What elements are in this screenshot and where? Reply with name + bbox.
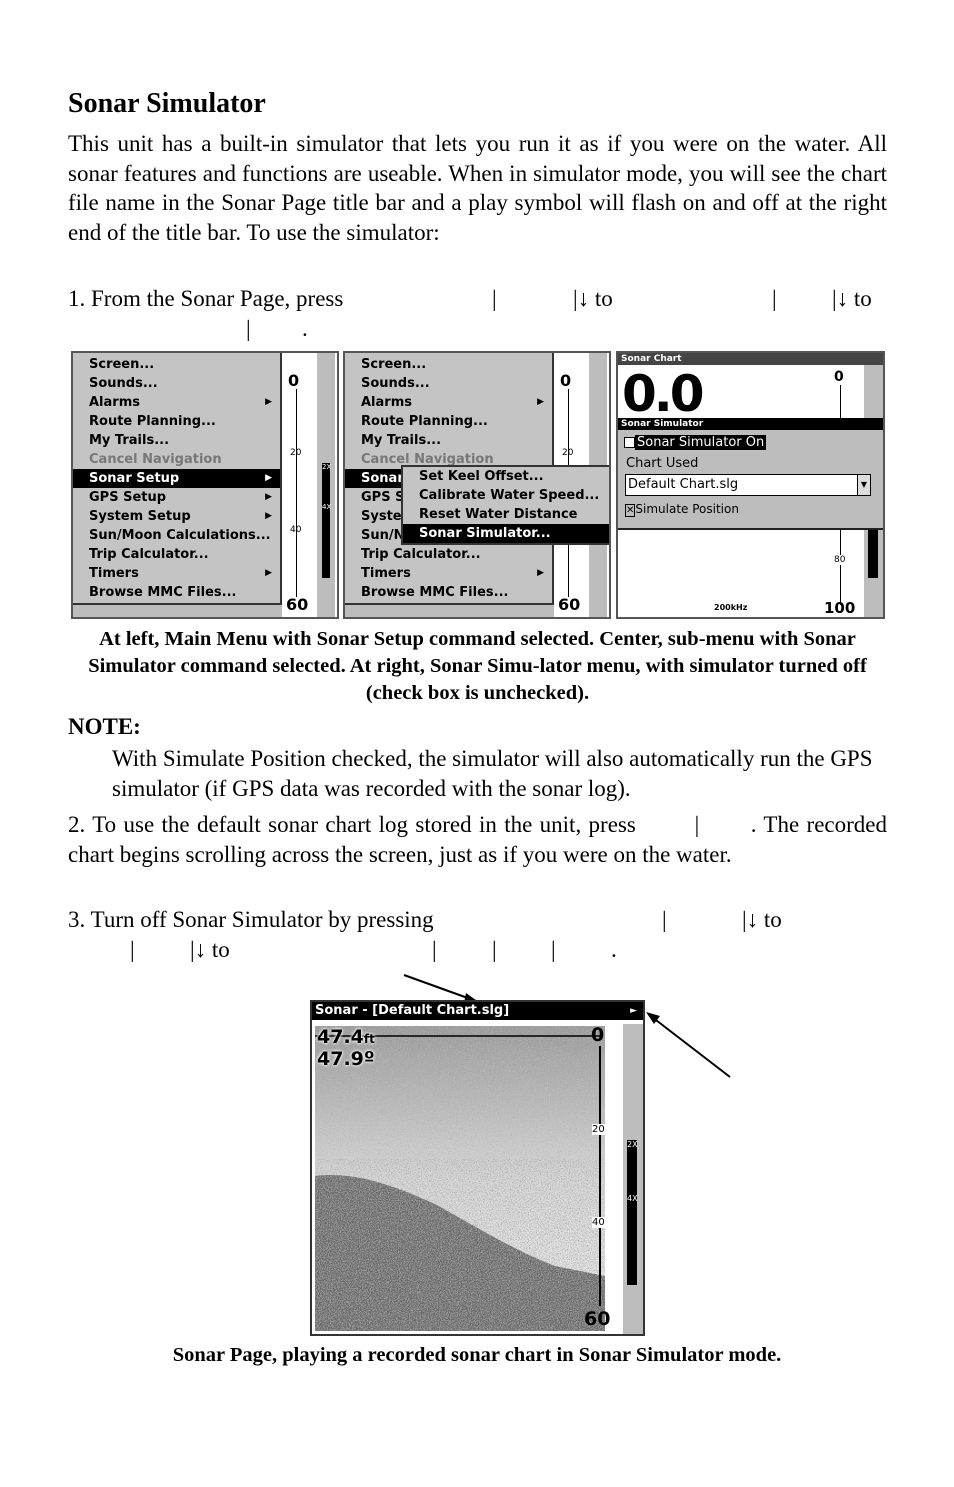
- menu-item-label: Trip Calculator...: [361, 547, 481, 562]
- menu-item[interactable]: Reset Water Distance: [403, 505, 609, 524]
- submenu-arrow-icon: ▶: [537, 397, 544, 407]
- simulate-position-checkbox[interactable]: ✕Simulate Position: [625, 502, 739, 517]
- zoom-bar: 2X 4X: [627, 1140, 638, 1285]
- menu-item-label: Sonar: [361, 471, 404, 486]
- menu-item-label: Trip Calculator...: [89, 547, 209, 562]
- sonar-setup-submenu: Set Keel Offset... Calibrate Water Speed.…: [401, 465, 609, 545]
- menu-item[interactable]: My Trails...: [345, 431, 552, 450]
- menu-item-label: Alarms: [361, 395, 412, 410]
- sonar-page-screenshot: Sonar - [Default Chart.slg] ► 47.4ft 47.9…: [310, 1000, 645, 1336]
- menu-item[interactable]: Screen...: [345, 355, 552, 374]
- menu-item[interactable]: Alarms ▶: [73, 393, 280, 412]
- menu-item-label: Screen...: [89, 357, 155, 372]
- menu-item[interactable]: Sonar Setup ▶: [73, 469, 280, 488]
- menu-item[interactable]: Route Planning...: [345, 412, 552, 431]
- menu-item-label: Route Planning...: [361, 414, 488, 429]
- submenu-arrow-icon: ▶: [265, 397, 272, 407]
- figure-caption-2: Sonar Page, playing a recorded sonar cha…: [172, 1344, 782, 1366]
- menu-item-label: Sonar Setup: [89, 471, 180, 486]
- menu-item[interactable]: Screen...: [73, 355, 280, 374]
- zoom-bar: 2X 4X: [322, 463, 331, 578]
- menu-item[interactable]: Sun/Moon Calculations...: [73, 526, 280, 545]
- window-title: Sonar Chart: [618, 353, 883, 365]
- menu-item[interactable]: Timers ▶: [345, 564, 552, 583]
- menu-item-label: Reset Water Distance: [419, 507, 578, 522]
- menu-item[interactable]: GPS Setup ▶: [73, 488, 280, 507]
- menu-item[interactable]: Calibrate Water Speed...: [403, 486, 609, 505]
- main-menu-screenshot: 0 20 40 60 2X 4X Screen... Sounds... Alarms…: [71, 351, 339, 619]
- menu-item[interactable]: System Setup ▶: [73, 507, 280, 526]
- menu-item[interactable]: Browse MMC Files...: [73, 583, 280, 602]
- sonar-chart: [315, 1026, 605, 1331]
- menu-item-label: Timers: [89, 566, 139, 581]
- intro-paragraph: This unit has a built-in simulator that …: [68, 131, 887, 245]
- menu-item-label: My Trails...: [361, 433, 442, 448]
- menu-item-label: Alarms: [89, 395, 140, 410]
- menu-item-label: Browse MMC Files...: [89, 585, 237, 600]
- main-menu: Screen... Sounds... Alarms ▶ Route Planning.…: [73, 353, 282, 605]
- sim-on-checkbox[interactable]: Sonar Simulator On: [624, 435, 767, 450]
- menu-item-label: Timers: [361, 566, 411, 581]
- submenu-arrow-icon: ▶: [537, 568, 544, 578]
- menu-item[interactable]: Cancel Navigation: [73, 450, 280, 469]
- menu-item-label: Syste: [361, 509, 402, 524]
- step-2: 2. To use the default sonar chart log st…: [68, 812, 893, 867]
- step-3: 3. Turn off Sonar Simulator by pressing …: [68, 907, 782, 962]
- menu-item[interactable]: Sounds...: [345, 374, 552, 393]
- menu-item[interactable]: Sonar Simulator...: [403, 524, 609, 543]
- menu-item-label: GPS Setup: [89, 490, 167, 505]
- menu-item-label: My Trails...: [89, 433, 170, 448]
- figure-caption-1: At left, Main Menu with Sonar Setup comm…: [88, 628, 867, 704]
- menu-item[interactable]: Alarms ▶: [345, 393, 552, 412]
- sonar-title-bar: Sonar - [Default Chart.slg] ►: [312, 1002, 643, 1020]
- chart-used-dropdown[interactable]: Default Chart.slg ▼: [625, 474, 871, 496]
- menu-item[interactable]: Trip Calculator...: [345, 545, 552, 564]
- sonar-simulator-dialog: Sonar Simulator Sonar Simulator On Chart…: [618, 418, 883, 530]
- note-text: With Simulate Position checked, the simu…: [112, 746, 873, 801]
- arrow-to-play: [651, 1016, 731, 1078]
- section-heading: Sonar Simulator: [68, 88, 266, 119]
- submenu-arrow-icon: ▶: [265, 473, 272, 483]
- menu-item[interactable]: Route Planning...: [73, 412, 280, 431]
- menu-item-label: Sun/N: [361, 528, 405, 543]
- submenu-arrow-icon: ▶: [265, 568, 272, 578]
- manual-page: Sonar Simulator This unit has a built-in…: [0, 0, 954, 1487]
- menu-item-label: Route Planning...: [89, 414, 216, 429]
- sonar-simulator-screenshot: Sonar Chart 0.0 ft 0 80 100 200kHz Sonar…: [616, 351, 885, 619]
- play-icon: ►: [630, 1006, 637, 1016]
- submenu-screenshot: 0 20 60 Screen... Sounds... Alarms ▶ Route P…: [343, 351, 611, 619]
- menu-item-label: Calibrate Water Speed...: [419, 488, 600, 503]
- menu-item[interactable]: Browse MMC Files...: [345, 583, 552, 602]
- step-1: 1. From the Sonar Page, press | |↓ to | …: [68, 286, 872, 341]
- menu-item-label: Sun/Moon Calculations...: [89, 528, 271, 543]
- menu-item-label: Set Keel Offset...: [419, 469, 544, 484]
- menu-item-label: Screen...: [361, 357, 427, 372]
- menu-item-label: GPS S: [361, 490, 405, 505]
- menu-item[interactable]: Sounds...: [73, 374, 280, 393]
- menu-item-label: System Setup: [89, 509, 191, 524]
- menu-item[interactable]: My Trails...: [73, 431, 280, 450]
- submenu-arrow-icon: ▶: [265, 492, 272, 502]
- menu-item[interactable]: Set Keel Offset...: [403, 467, 609, 486]
- note-label: NOTE:: [68, 714, 141, 739]
- menu-item[interactable]: Trip Calculator...: [73, 545, 280, 564]
- sonar-chart-bg: 0 20 40 60 2X 4X: [282, 353, 337, 617]
- menu-item[interactable]: Timers ▶: [73, 564, 280, 583]
- submenu-arrow-icon: ▶: [265, 511, 272, 521]
- menu-item-label: Browse MMC Files...: [361, 585, 509, 600]
- menu-item-label: Sounds...: [361, 376, 430, 391]
- menu-item-label: Sonar Simulator...: [419, 526, 551, 541]
- menu-item-label: Sounds...: [89, 376, 158, 391]
- chevron-down-icon: ▼: [857, 475, 870, 495]
- menu-item-label: Cancel Navigation: [89, 452, 222, 467]
